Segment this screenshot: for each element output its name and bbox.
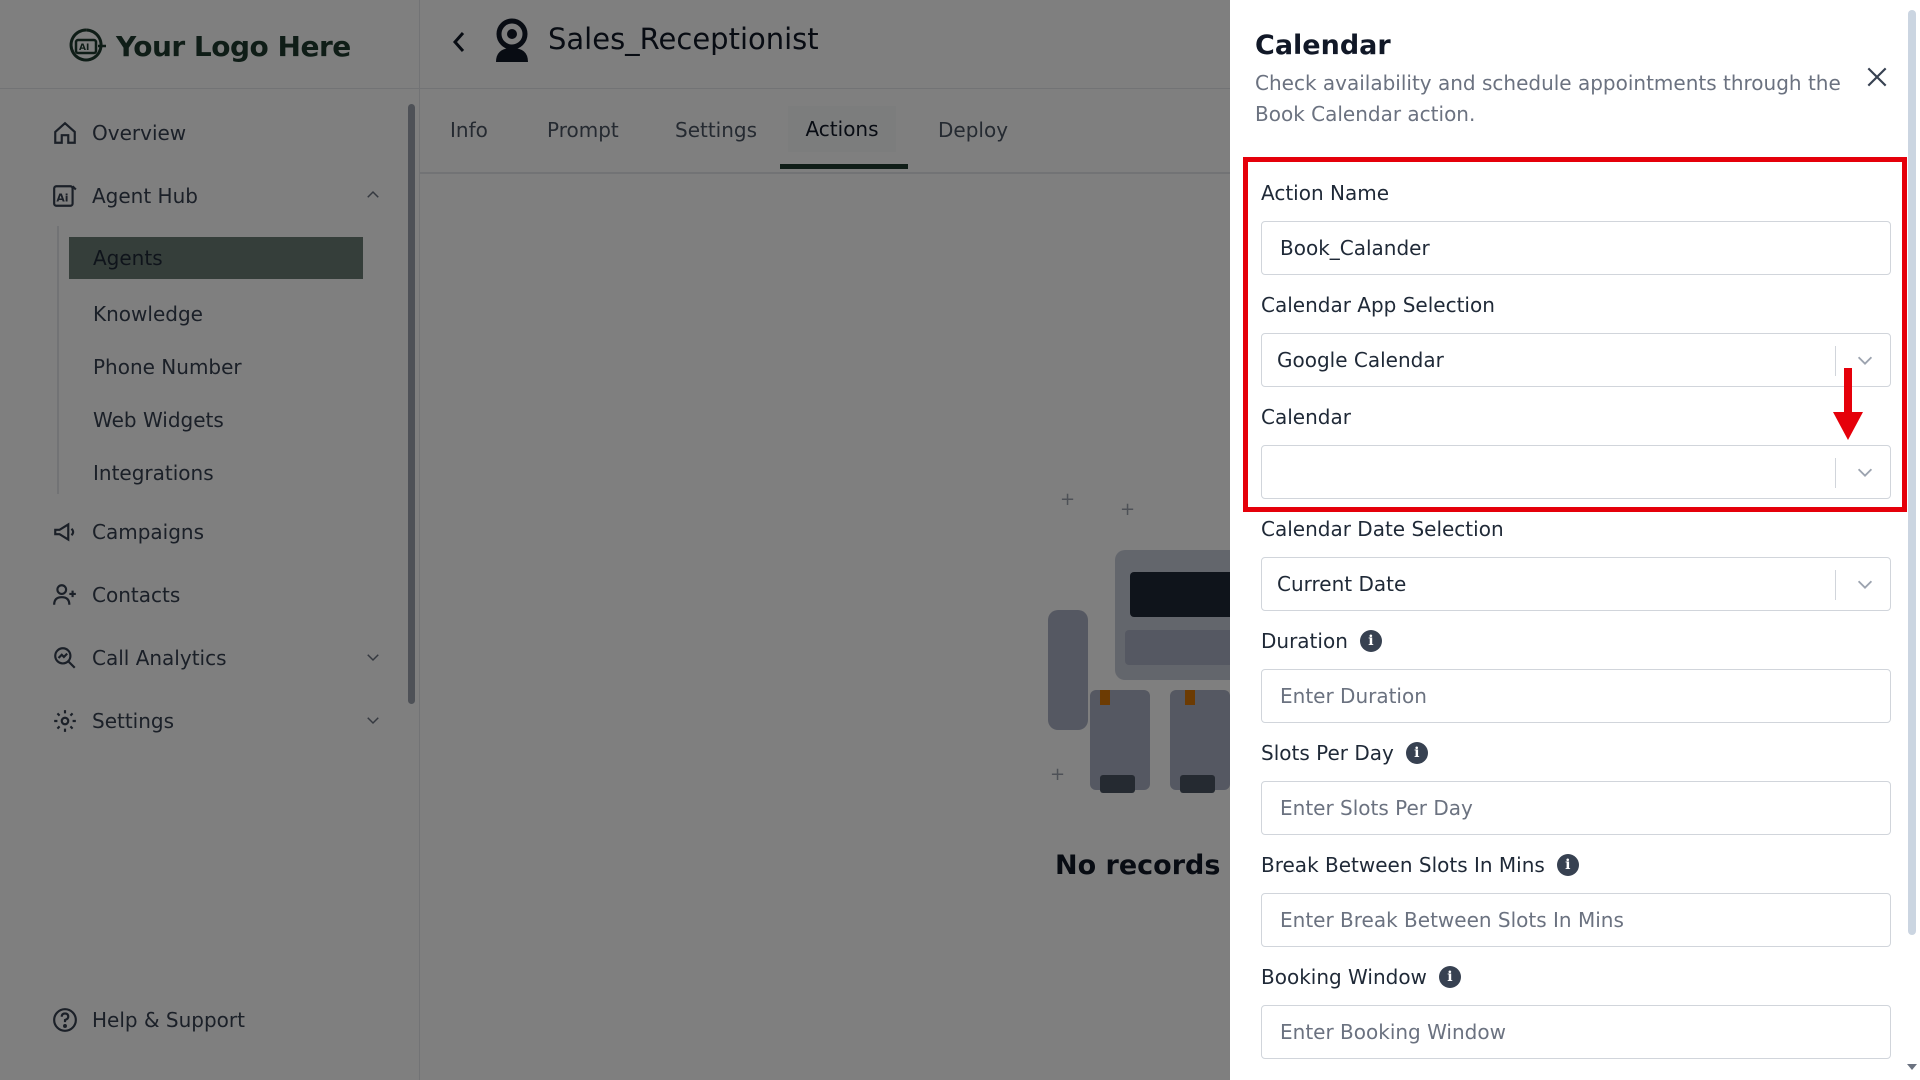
break-between-input[interactable]: Enter Break Between Slots In Mins bbox=[1261, 893, 1891, 947]
close-icon[interactable] bbox=[1864, 64, 1890, 90]
info-icon[interactable]: i bbox=[1359, 630, 1382, 652]
info-icon[interactable]: i bbox=[1438, 966, 1461, 988]
calendar-action-drawer: Calendar Check availability and schedule… bbox=[1230, 0, 1920, 1080]
duration-input[interactable]: Enter Duration bbox=[1261, 669, 1891, 723]
drawer-title: Calendar bbox=[1255, 30, 1391, 61]
label-text: Duration bbox=[1261, 629, 1348, 653]
info-icon[interactable]: i bbox=[1556, 854, 1579, 876]
booking-window-input[interactable]: Enter Booking Window bbox=[1261, 1005, 1891, 1059]
slots-per-day-input[interactable]: Enter Slots Per Day bbox=[1261, 781, 1891, 835]
drawer-description: Check availability and schedule appointm… bbox=[1255, 71, 1841, 126]
date-selection-select[interactable]: Current Date bbox=[1261, 557, 1891, 611]
slots-per-day-label: Slots Per Day i bbox=[1261, 741, 1428, 765]
label-text: Break Between Slots In Mins bbox=[1261, 853, 1545, 877]
drawer-scrollbar[interactable] bbox=[1908, 10, 1916, 935]
duration-label: Duration i bbox=[1261, 629, 1382, 653]
select-separator bbox=[1835, 570, 1836, 600]
select-value: Current Date bbox=[1277, 572, 1407, 596]
break-between-label: Break Between Slots In Mins i bbox=[1261, 853, 1579, 877]
label-text: Booking Window bbox=[1261, 965, 1427, 989]
annotation-arrow-icon bbox=[1831, 368, 1865, 442]
annotation-highlight-box bbox=[1243, 157, 1907, 512]
chevron-down-icon[interactable] bbox=[1854, 573, 1876, 595]
label-text: Calendar Date Selection bbox=[1261, 517, 1504, 541]
label-text: Slots Per Day bbox=[1261, 741, 1394, 765]
modal-backdrop[interactable] bbox=[0, 0, 1230, 1080]
date-selection-label: Calendar Date Selection bbox=[1261, 517, 1504, 541]
info-icon[interactable]: i bbox=[1405, 742, 1428, 764]
booking-window-label: Booking Window i bbox=[1261, 965, 1461, 989]
scroll-down-arrow-icon[interactable] bbox=[1906, 1062, 1918, 1072]
